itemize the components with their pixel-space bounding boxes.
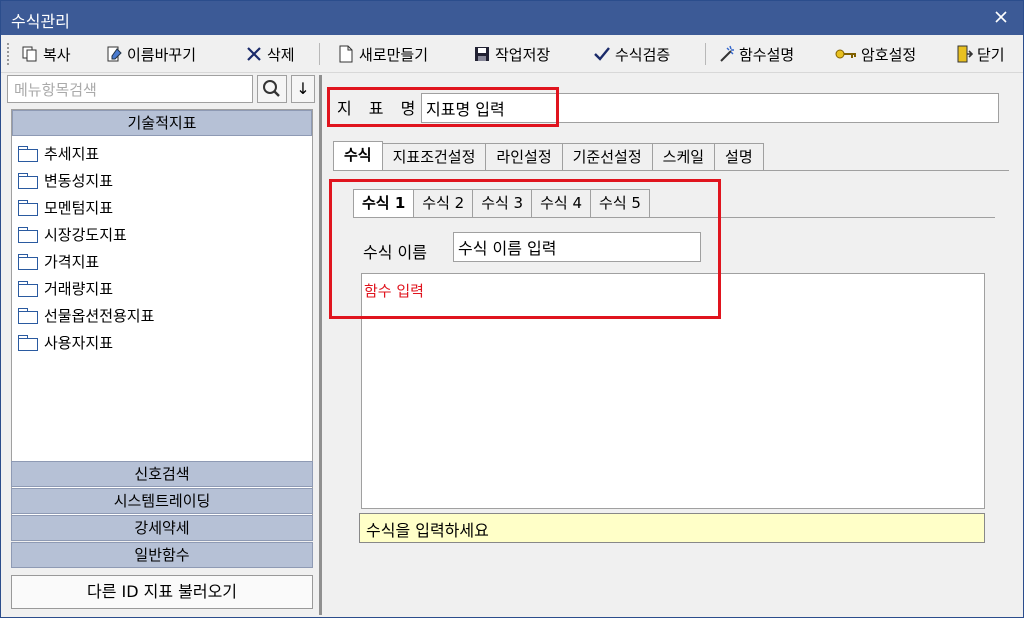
tree-item-trend[interactable]: 추세지표 xyxy=(18,142,99,164)
folder-icon xyxy=(18,280,38,297)
group-header-label: 시스템트레이딩 xyxy=(113,492,211,510)
arrow-down-icon: ↓ xyxy=(296,79,310,98)
tree-item-volume[interactable]: 거래량지표 xyxy=(18,277,113,299)
highlight-box xyxy=(327,87,559,127)
tab-scale[interactable]: 스케일 xyxy=(651,143,716,171)
hint-text: 수식을 입력하세요 xyxy=(366,521,489,540)
tree-item-label: 변동성지표 xyxy=(44,171,114,190)
load-other-id-button[interactable]: 다른 ID 지표 불러오기 xyxy=(11,575,313,609)
folder-icon xyxy=(18,172,38,189)
folder-icon xyxy=(18,145,38,162)
exit-door-icon xyxy=(957,45,973,63)
tab-formula[interactable]: 수식 xyxy=(333,141,383,171)
tree-item-label: 가격지표 xyxy=(44,252,100,271)
tree-item-label: 선물옵션전용지표 xyxy=(44,306,155,325)
delete-x-icon xyxy=(247,47,261,61)
password-button[interactable]: 암호설정 xyxy=(835,42,916,66)
sidebar: 메뉴항목검색 ↓ 기술적지표 추세지표 변동성지표 모멘텀지표 시장강도지표 가… xyxy=(7,75,315,613)
tree-item-market-strength[interactable]: 시장강도지표 xyxy=(18,223,127,245)
tab-label: 지표조건설정 xyxy=(392,148,476,166)
folder-icon xyxy=(18,307,38,324)
new-label: 새로만들기 xyxy=(359,45,429,64)
formula-manager-window: 수식관리 복사 이름바꾸기 삭제 새로만들기 작업저장 수식검증 함수설명 암호… xyxy=(0,0,1024,618)
splitter[interactable] xyxy=(319,75,322,615)
group-header-general-functions[interactable]: 일반함수 xyxy=(11,542,313,568)
new-document-icon xyxy=(339,45,353,63)
tab-line-settings[interactable]: 라인설정 xyxy=(485,143,563,171)
rename-label: 이름바꾸기 xyxy=(127,45,197,64)
delete-label: 삭제 xyxy=(267,45,295,64)
close-button[interactable]: 닫기 xyxy=(955,42,1005,66)
tree-item-futures-options[interactable]: 선물옵션전용지표 xyxy=(18,304,154,326)
copy-button[interactable]: 복사 xyxy=(21,42,71,66)
folder-icon xyxy=(18,253,38,270)
hint-bar: 수식을 입력하세요 xyxy=(359,513,985,543)
rename-button[interactable]: 이름바꾸기 xyxy=(105,42,196,66)
tree-item-volatility[interactable]: 변동성지표 xyxy=(18,169,113,191)
check-icon xyxy=(594,47,610,61)
close-icon[interactable] xyxy=(993,9,1009,25)
search-icon xyxy=(263,80,280,97)
folder-icon xyxy=(18,334,38,351)
load-other-id-label: 다른 ID 지표 불러오기 xyxy=(86,582,238,601)
tree-item-label: 모멘텀지표 xyxy=(44,198,114,217)
save-button[interactable]: 작업저장 xyxy=(473,42,550,66)
function-help-label: 함수설명 xyxy=(739,45,795,64)
tree-item-label: 사용자지표 xyxy=(44,333,114,352)
tree-item-label: 시장강도지표 xyxy=(44,225,127,244)
tab-description[interactable]: 설명 xyxy=(714,143,764,171)
title-bar: 수식관리 xyxy=(1,1,1023,35)
magic-wand-icon xyxy=(720,45,734,62)
copy-icon xyxy=(22,46,37,62)
save-disk-icon xyxy=(475,47,489,61)
search-button[interactable] xyxy=(257,75,287,103)
folder-icon xyxy=(18,199,38,216)
tab-baseline-settings[interactable]: 기준선설정 xyxy=(561,143,653,171)
save-label: 작업저장 xyxy=(495,45,551,64)
password-label: 암호설정 xyxy=(861,45,917,64)
tree-item-user[interactable]: 사용자지표 xyxy=(18,331,113,353)
group-header-label: 강세약세 xyxy=(134,519,190,537)
new-button[interactable]: 새로만들기 xyxy=(337,42,428,66)
tab-label: 라인설정 xyxy=(496,148,552,166)
toolbar: 복사 이름바꾸기 삭제 새로만들기 작업저장 수식검증 함수설명 암호설정 닫기 xyxy=(1,35,1023,73)
folder-icon xyxy=(18,226,38,243)
group-header-label: 일반함수 xyxy=(134,546,190,564)
arrow-down-button[interactable]: ↓ xyxy=(291,75,315,103)
tab-label: 기준선설정 xyxy=(572,148,642,166)
copy-label: 복사 xyxy=(43,45,71,64)
verify-label: 수식검증 xyxy=(615,45,671,64)
tree-item-label: 거래량지표 xyxy=(44,279,114,298)
tab-label: 스케일 xyxy=(662,148,705,166)
key-icon xyxy=(835,49,856,59)
toolbar-separator xyxy=(319,43,320,65)
window-title: 수식관리 xyxy=(11,12,70,31)
tree-item-price[interactable]: 가격지표 xyxy=(18,250,99,272)
tree-item-momentum[interactable]: 모멘텀지표 xyxy=(18,196,113,218)
group-header-bull-bear[interactable]: 강세약세 xyxy=(11,515,313,541)
main-tabs: 수식 지표조건설정 라인설정 기준선설정 스케일 설명 xyxy=(333,141,764,171)
group-header-system-trading[interactable]: 시스템트레이딩 xyxy=(11,488,313,514)
rename-icon xyxy=(107,46,122,62)
menu-search-input[interactable]: 메뉴항목검색 xyxy=(7,75,253,103)
main-panel: 지 표 명 지표명 입력 수식 지표조건설정 라인설정 기준선설정 스케일 설명… xyxy=(325,75,1019,615)
tree-item-label: 추세지표 xyxy=(44,144,100,163)
toolbar-grip[interactable] xyxy=(7,43,11,65)
tab-label: 설명 xyxy=(725,148,753,166)
highlight-box xyxy=(329,179,721,319)
group-header-signal-search[interactable]: 신호검색 xyxy=(11,461,313,487)
delete-button[interactable]: 삭제 xyxy=(245,42,295,66)
tab-indicator-conditions[interactable]: 지표조건설정 xyxy=(381,143,487,171)
group-header-technical[interactable]: 기술적지표 xyxy=(12,110,312,136)
menu-search-placeholder: 메뉴항목검색 xyxy=(14,81,97,99)
group-header-label: 신호검색 xyxy=(134,465,190,483)
toolbar-separator xyxy=(705,43,706,65)
close-label: 닫기 xyxy=(977,45,1005,64)
tab-label: 수식 xyxy=(344,146,372,164)
group-header-label: 기술적지표 xyxy=(127,114,197,132)
verify-button[interactable]: 수식검증 xyxy=(593,42,670,66)
function-help-button[interactable]: 함수설명 xyxy=(717,42,794,66)
